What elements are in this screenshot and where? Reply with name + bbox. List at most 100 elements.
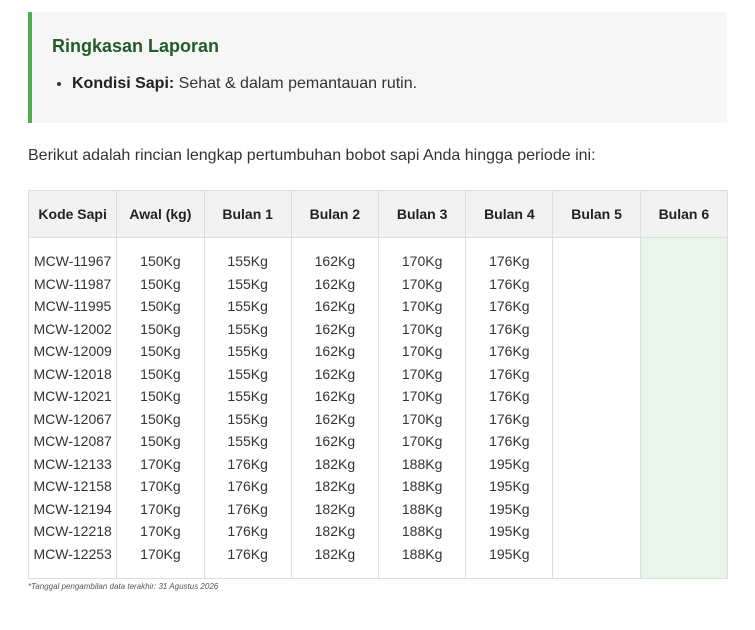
cell-value: MCW-12194 [33, 500, 112, 517]
cell-value: 170Kg [140, 455, 181, 472]
cell-value: 195Kg [489, 478, 530, 494]
cell-value: 162Kg [314, 410, 356, 427]
cell-value: 176Kg [489, 365, 530, 382]
cell-value: 176Kg [489, 388, 530, 404]
cell-value: 170Kg [401, 298, 443, 314]
cell-value: 195Kg [489, 523, 530, 539]
cell-value: 155Kg [227, 388, 268, 404]
cell-bulan-3: 170Kg 170Kg 170Kg 170Kg 170Kg 170Kg 170Kg 170Kg… [377, 237, 467, 579]
summary-title: Ringkasan Laporan [52, 36, 220, 56]
cell-value: 155Kg [227, 275, 268, 292]
cell-value: 170Kg [401, 388, 443, 404]
cell-value: 162Kg [314, 433, 356, 449]
summary-box: Ringkasan Laporan Kondisi Sapi: Sehat & … [28, 12, 727, 123]
cell-bulan-4: 176Kg 176Kg 176Kg 176Kg 176Kg 176Kg 176Kg 176Kg… [465, 237, 554, 579]
header-bulan-3: Bulan 3 [377, 190, 467, 238]
cell-value: MCW-12067 [33, 410, 112, 427]
cell-value: 188Kg [401, 500, 443, 517]
cell-value: 155Kg [227, 410, 268, 427]
cell-value: 170Kg [401, 410, 443, 427]
cell-value: 176Kg [489, 433, 530, 449]
cell-value: 176Kg [489, 253, 530, 269]
cell-value: 188Kg [401, 523, 443, 539]
header-kode-sapi: Kode Sapi [27, 190, 118, 238]
cell-kode-sapi: MCW-11967 MCW-11987 MCW-11995 MCW-12002 MCW-… [27, 237, 118, 579]
cell-value: 155Kg [227, 320, 268, 337]
cell-value: 182Kg [314, 455, 356, 472]
cell-value: 162Kg [314, 275, 356, 292]
cell-bulan-2: 162Kg 162Kg 162Kg 162Kg 162Kg 162Kg 162Kg 162Kg… [290, 237, 380, 579]
cell-value: 170Kg [401, 365, 443, 382]
cell-awal: 150Kg 150Kg 150Kg 150Kg 150Kg 150Kg 150Kg 150Kg… [116, 237, 205, 579]
cell-value: 188Kg [401, 478, 443, 494]
cell-value: MCW-12018 [33, 365, 112, 382]
cell-value: 150Kg [140, 343, 181, 359]
cell-value: 150Kg [140, 365, 181, 382]
cell-bulan-1: 155Kg 155Kg 155Kg 155Kg 155Kg 155Kg 155Kg 155Kg… [203, 237, 292, 579]
cell-value: MCW-12002 [33, 320, 112, 337]
cell-value: 176Kg [489, 410, 530, 427]
cell-value: 162Kg [314, 388, 356, 404]
cell-value: 155Kg [227, 365, 268, 382]
cell-value: 150Kg [140, 388, 181, 404]
cell-value: 150Kg [140, 253, 181, 269]
cell-value: 150Kg [140, 320, 181, 337]
cell-value: 176Kg [227, 500, 268, 517]
cell-value: 155Kg [227, 343, 268, 359]
cell-value: 162Kg [314, 343, 356, 359]
cell-value: 162Kg [314, 320, 356, 337]
cell-value: MCW-12009 [33, 343, 112, 359]
cell-value: 182Kg [314, 500, 356, 517]
header-bulan-4: Bulan 4 [465, 190, 554, 238]
cell-value: 170Kg [401, 253, 443, 269]
cell-value: MCW-11987 [34, 275, 112, 292]
cell-value: MCW-11967 [34, 253, 112, 269]
cell-value: MCW-12021 [33, 388, 112, 404]
cell-value: 182Kg [314, 545, 356, 562]
cell-value: MCW-12218 [33, 523, 112, 539]
cell-value: 188Kg [401, 455, 443, 472]
summary-item-value: Sehat & dalam pemantauan rutin. [174, 75, 418, 92]
cell-value: 155Kg [227, 298, 268, 314]
cell-value: 155Kg [227, 433, 268, 449]
cell-value: 170Kg [401, 433, 443, 449]
cell-value: 162Kg [314, 253, 356, 269]
cell-bulan-6 [639, 237, 729, 579]
cell-value: 195Kg [489, 500, 530, 517]
cell-value: 150Kg [140, 433, 181, 449]
cell-value: MCW-12253 [33, 545, 112, 562]
cell-value: 176Kg [489, 320, 530, 337]
growth-table: Kode Sapi Awal (kg) Bulan 1 Bulan 2 Bula… [27, 190, 729, 579]
cell-value: 155Kg [227, 253, 268, 269]
cell-value: 195Kg [489, 545, 530, 562]
table-row: MCW-11967 MCW-11987 MCW-11995 MCW-12002 MCW-… [27, 237, 729, 579]
table-header-row: Kode Sapi Awal (kg) Bulan 1 Bulan 2 Bula… [27, 190, 729, 238]
cell-value: MCW-11995 [34, 298, 112, 314]
cell-value: 170Kg [140, 478, 181, 494]
cell-value: 176Kg [489, 298, 530, 314]
cell-value: 188Kg [401, 545, 443, 562]
footnote: *Tanggal pengambilan data terakhir: 31 A… [28, 582, 219, 591]
header-bulan-1: Bulan 1 [203, 190, 292, 238]
summary-item-key: Kondisi Sapi: [72, 75, 175, 92]
header-bulan-6: Bulan 6 [639, 190, 729, 238]
cell-value: 176Kg [227, 545, 268, 562]
cell-value: MCW-12133 [33, 455, 112, 472]
cell-value: 170Kg [140, 523, 181, 539]
cell-value: 182Kg [314, 523, 356, 539]
cell-value: 150Kg [140, 410, 181, 427]
cell-value: 182Kg [314, 478, 356, 494]
cell-value: 195Kg [489, 455, 530, 472]
header-bulan-5: Bulan 5 [552, 190, 641, 238]
cell-value: MCW-12158 [33, 478, 112, 494]
cell-value: MCW-12087 [33, 433, 112, 449]
cell-value: 176Kg [227, 478, 268, 494]
cell-value: 150Kg [140, 298, 181, 314]
cell-value: 170Kg [140, 500, 181, 517]
summary-list: Kondisi Sapi: Sehat & dalam pemantauan r… [52, 74, 417, 94]
cell-value: 176Kg [489, 275, 530, 292]
header-bulan-2: Bulan 2 [290, 190, 380, 238]
cell-value: 170Kg [401, 343, 443, 359]
summary-item: Kondisi Sapi: Sehat & dalam pemantauan r… [72, 74, 417, 94]
cell-value: 176Kg [489, 343, 530, 359]
